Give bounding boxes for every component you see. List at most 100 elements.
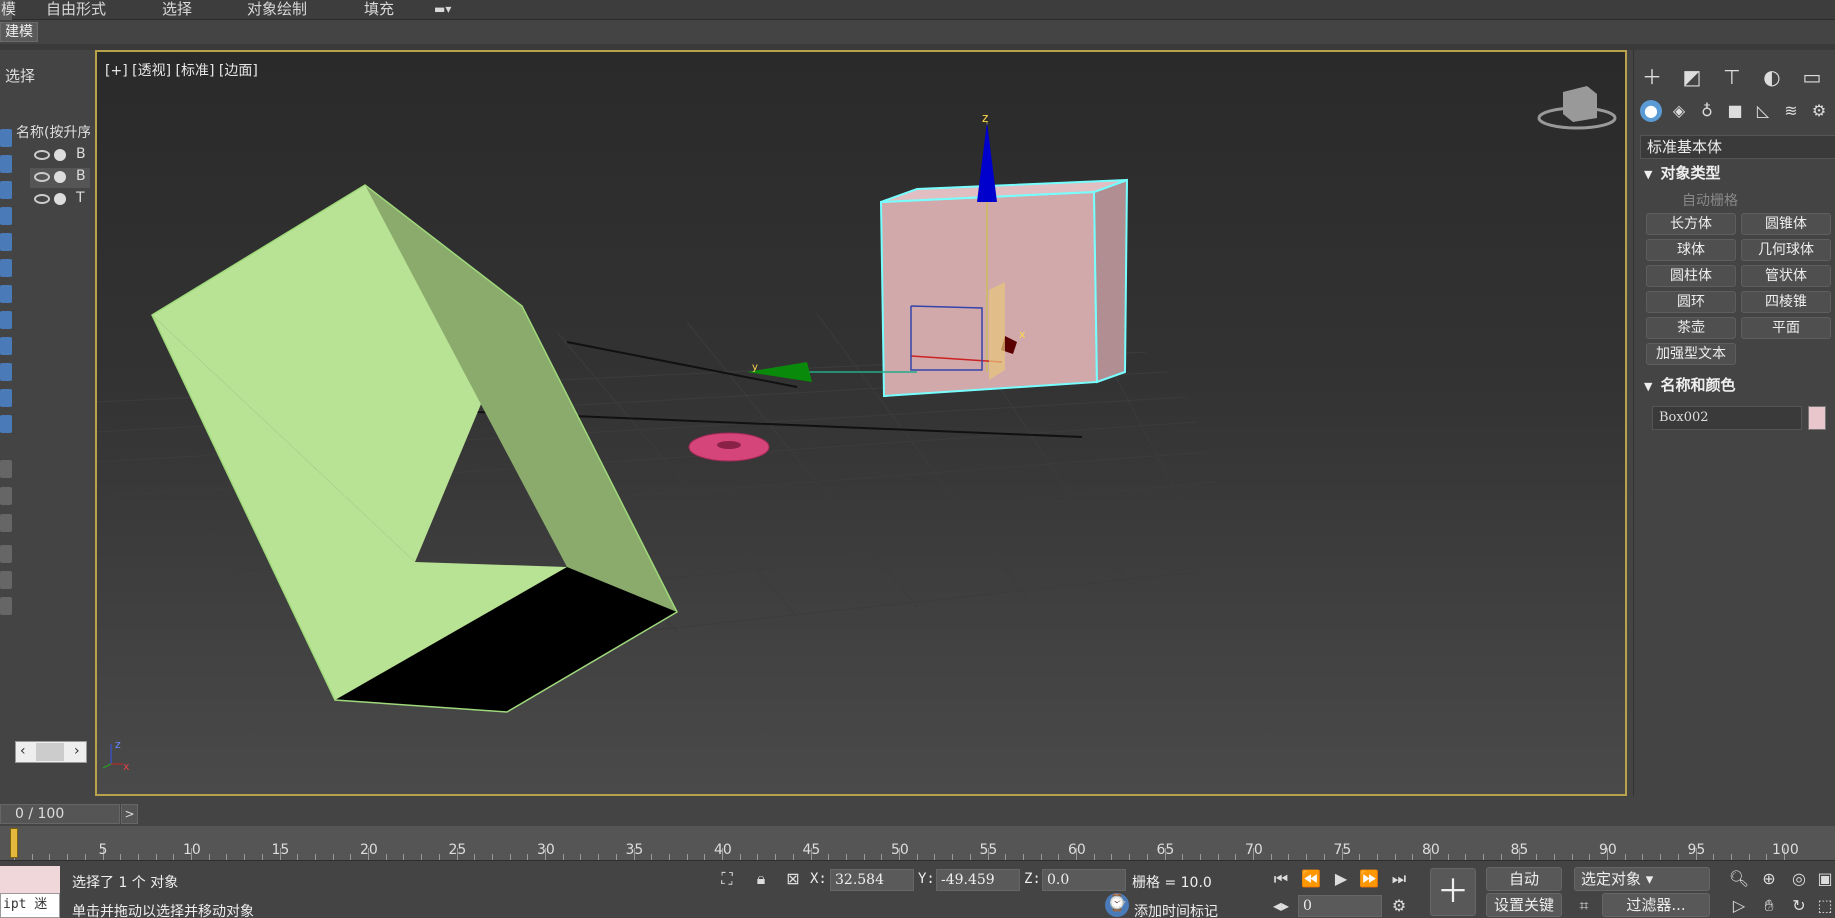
track-bar[interactable]: 5 10 15 20 25 30 35 40 45 50 55 60 65 70 75 80 85 90 95 100 [0,826,1835,860]
box-button[interactable]: 长方体 [1646,213,1736,235]
scroll-left-icon[interactable]: ‹ [20,743,26,759]
pan-view-icon[interactable]: ✋︎ [1758,896,1780,916]
scene-row[interactable]: B [30,168,90,188]
filter-spacewarps-icon[interactable] [0,259,12,277]
filter-funnel-icon[interactable] [0,571,12,589]
ribbon-tab-selection[interactable]: 选择 [162,0,192,20]
link-icon[interactable] [0,545,12,563]
play-icon[interactable]: ▶ [1330,869,1352,888]
time-configuration-icon[interactable]: ⚙ [1388,896,1410,915]
zoom-extents-all-icon[interactable]: ▣ [1814,869,1835,888]
zoom-all-icon[interactable]: ⊕ [1758,869,1780,888]
cameras-category-icon[interactable]: ■ [1724,100,1746,122]
scroll-right-icon[interactable]: › [74,743,80,759]
visibility-eye-icon[interactable] [34,172,50,182]
go-to-end-icon[interactable]: ⏭ [1388,869,1410,889]
visibility-eye-icon[interactable] [34,150,50,160]
filter-geometry-icon[interactable] [0,129,12,147]
lights-category-icon[interactable]: ♁ [1696,100,1718,122]
filter-shapes-icon[interactable] [0,155,12,173]
modify-tab-icon[interactable]: ◩ [1679,64,1705,90]
add-time-tag[interactable]: 添加时间标记 [1134,901,1218,918]
key-mode-icon[interactable]: ◂▸ [1270,896,1292,915]
object-category-dropdown[interactable]: 标准基本体 [1640,135,1835,159]
next-frame-button[interactable]: > [121,804,138,824]
spacewarps-category-icon[interactable]: ≋ [1780,100,1802,122]
systems-category-icon[interactable]: ⚙ [1808,100,1830,122]
filter-bones-icon[interactable] [0,337,12,355]
x-coordinate-field[interactable]: 32.584 [830,869,914,891]
autogrid-checkbox[interactable]: 自动栅格 [1682,190,1738,210]
filter-cameras-icon[interactable] [0,207,12,225]
object-type-rollout[interactable]: ▼ 对象类型 [1640,162,1835,184]
filter-frozen-icon[interactable] [0,389,12,407]
name-color-rollout[interactable]: ▼ 名称和颜色 [1640,374,1835,396]
teapot-button[interactable]: 茶壶 [1646,317,1736,339]
motion-tab-icon[interactable]: ◐ [1759,64,1785,90]
geosphere-button[interactable]: 几何球体 [1741,239,1831,261]
zoom-extents-icon[interactable]: ◎ [1788,869,1810,888]
textplus-button[interactable]: 加强型文本 [1646,343,1736,365]
key-filters-button[interactable]: 过滤器... [1602,893,1710,917]
filter-helpers-icon[interactable] [0,233,12,251]
shapes-category-icon[interactable]: ◈ [1668,100,1690,122]
ribbon-panel-modeling[interactable]: 建模 [0,22,38,42]
ribbon-tab-freeform[interactable]: 自由形式 [46,0,106,20]
sphere-button[interactable]: 球体 [1646,239,1736,261]
time-slider-frame[interactable]: 0 / 100 [0,804,120,824]
scene-row[interactable]: B [30,146,90,166]
freeze-icon[interactable] [54,149,66,161]
filter-lights-icon[interactable] [0,181,12,199]
absolute-mode-icon[interactable]: ⊠ [782,869,804,888]
ribbon-tab-object-paint[interactable]: 对象绘制 [247,0,307,20]
layer-icon[interactable] [0,597,12,615]
filter-hidden-icon[interactable] [0,415,12,433]
helpers-category-icon[interactable]: ◺ [1752,100,1774,122]
time-slider-handle[interactable] [10,828,18,858]
previous-frame-icon[interactable]: ⏪ [1300,869,1322,888]
pyramid-button[interactable]: 四棱锥 [1741,291,1831,313]
geometry-category-icon[interactable]: ● [1640,100,1662,122]
create-tab-icon[interactable]: ＋ [1639,64,1665,90]
set-key-button[interactable]: 设置关键点 [1486,893,1562,917]
field-of-view-icon[interactable]: ▷ [1728,896,1750,915]
orbit-icon[interactable]: ↻ [1788,896,1810,915]
ribbon-options-icon[interactable]: ▬▾ [434,0,451,20]
freeze-icon[interactable] [54,171,66,183]
go-to-start-icon[interactable]: ⏮ [1270,869,1292,889]
selection-lock-icon[interactable]: 🔒︎ [750,869,772,889]
column-header-name[interactable]: 名称(按升序 [16,122,90,142]
invert-display-icon[interactable] [0,514,12,532]
scroll-thumb[interactable] [36,743,64,761]
visibility-eye-icon[interactable] [34,194,50,204]
scene-canvas[interactable]: z y x z x [97,52,1625,794]
torus-button[interactable]: 圆环 [1646,291,1736,313]
tube-button[interactable]: 管状体 [1741,265,1831,287]
perspective-viewport[interactable]: [+] [透视] [标准] [边面] z y x z x [95,50,1627,796]
filter-containers-icon[interactable] [0,363,12,381]
display-tab-icon[interactable]: ▭ [1799,64,1825,90]
auto-key-button[interactable]: 自动 [1486,867,1562,891]
maxscript-input[interactable]: ipt 迷 [0,893,60,918]
isolate-selection-icon[interactable]: ⛶ [716,869,738,889]
zoom-icon[interactable]: 🔍︎ [1728,869,1750,888]
object-name-field[interactable]: Box002 [1652,406,1802,430]
scene-row[interactable]: T [30,190,90,210]
cylinder-button[interactable]: 圆柱体 [1646,265,1736,287]
maximize-viewport-icon[interactable]: ⬚ [1814,896,1835,915]
next-frame-icon[interactable]: ⏩ [1358,869,1380,888]
hierarchy-tab-icon[interactable]: ⊤ [1719,64,1745,90]
current-frame-field[interactable]: 0 [1298,895,1382,917]
time-tag-icon[interactable]: ⌚ [1105,893,1129,917]
plane-button[interactable]: 平面 [1741,317,1831,339]
z-coordinate-field[interactable]: 0.0 [1042,869,1126,891]
freeze-icon[interactable] [54,193,66,205]
ribbon-tab-modeling[interactable]: 模 [0,0,16,20]
ribbon-tab-populate[interactable]: 填充 [364,0,394,20]
display-all-icon[interactable] [0,460,12,478]
display-none-icon[interactable] [0,487,12,505]
horizontal-scrollbar[interactable]: ‹ › [15,741,87,763]
key-filters-icon[interactable]: ⌗ [1572,896,1596,916]
object-color-swatch[interactable] [1808,406,1826,430]
y-coordinate-field[interactable]: -49.459 [936,869,1020,891]
